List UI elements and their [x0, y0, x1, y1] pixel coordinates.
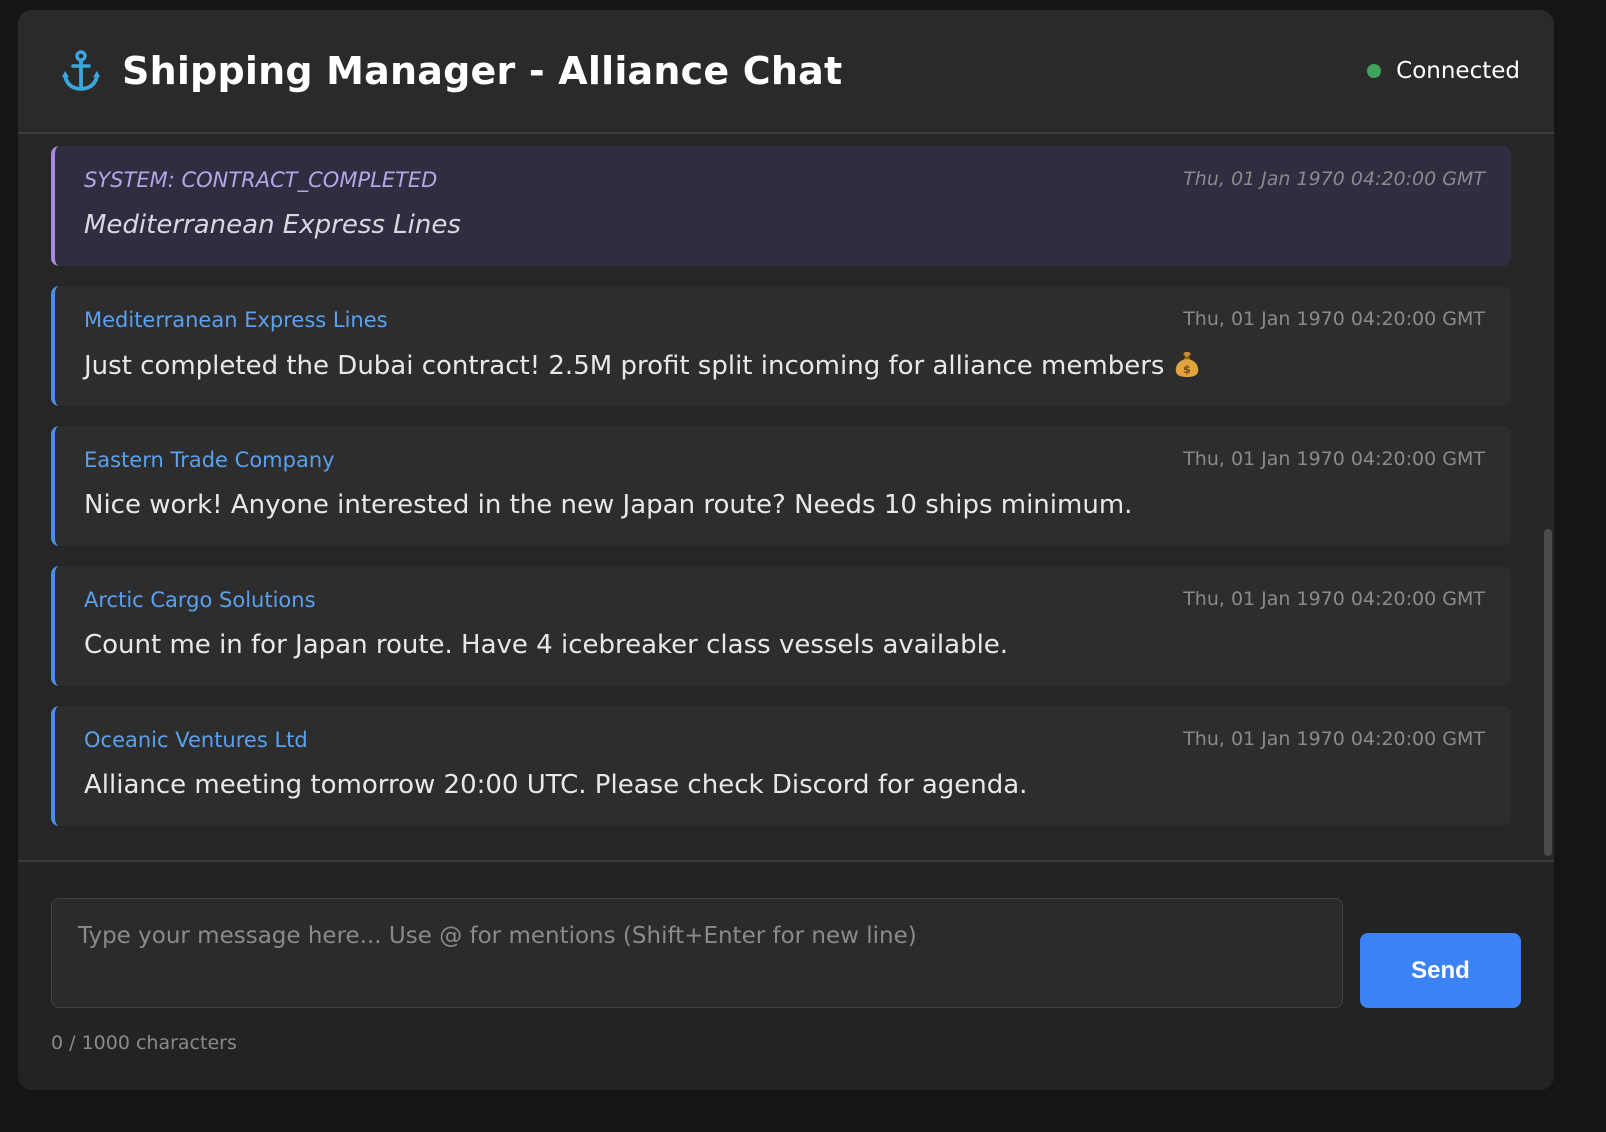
chat-message: Eastern Trade Company Thu, 01 Jan 1970 0…: [51, 426, 1511, 546]
send-button[interactable]: Send: [1360, 933, 1521, 1008]
message-timestamp: Thu, 01 Jan 1970 04:20:00 GMT: [1183, 448, 1485, 470]
system-message: SYSTEM: CONTRACT_COMPLETED Thu, 01 Jan 1…: [51, 146, 1511, 266]
message-input-placeholder: Type your message here... Use @ for ment…: [78, 923, 917, 949]
message-author[interactable]: Eastern Trade Company: [84, 448, 335, 472]
scrollbar-thumb[interactable]: [1544, 529, 1552, 856]
message-author[interactable]: Arctic Cargo Solutions: [84, 588, 316, 612]
chat-message: Arctic Cargo Solutions Thu, 01 Jan 1970 …: [51, 566, 1511, 686]
anchor-icon: [58, 48, 104, 94]
chat-window: Shipping Manager - Alliance Chat Connect…: [18, 10, 1554, 1090]
page-title: Shipping Manager - Alliance Chat: [122, 49, 843, 93]
message-text: Mediterranean Express Lines: [84, 210, 461, 240]
message-text: Nice work! Anyone interested in the new …: [84, 490, 1133, 520]
status-label: Connected: [1396, 58, 1520, 84]
message-timestamp: Thu, 01 Jan 1970 04:20:00 GMT: [1183, 728, 1485, 750]
message-list[interactable]: SYSTEM: CONTRACT_COMPLETED Thu, 01 Jan 1…: [18, 136, 1554, 860]
message-author: SYSTEM: CONTRACT_COMPLETED: [84, 168, 438, 192]
status-dot-icon: [1367, 64, 1382, 78]
message-timestamp: Thu, 01 Jan 1970 04:20:00 GMT: [1183, 308, 1485, 330]
message-input[interactable]: Type your message here... Use @ for ment…: [51, 898, 1343, 1008]
chat-header: Shipping Manager - Alliance Chat Connect…: [18, 10, 1554, 134]
chat-message: Oceanic Ventures Ltd Thu, 01 Jan 1970 04…: [51, 706, 1511, 826]
chat-message: Mediterranean Express Lines Thu, 01 Jan …: [51, 286, 1511, 406]
message-text: Alliance meeting tomorrow 20:00 UTC. Ple…: [84, 770, 1028, 800]
character-counter: 0 / 1000 characters: [51, 1032, 237, 1054]
message-text: Just completed the Dubai contract! 2.5M …: [84, 351, 1165, 381]
message-text-line: Just completed the Dubai contract! 2.5M …: [84, 350, 1200, 385]
message-timestamp: Thu, 01 Jan 1970 04:20:00 GMT: [1183, 588, 1485, 610]
connection-status: Connected: [1367, 58, 1520, 84]
message-composer: Type your message here... Use @ for ment…: [18, 860, 1554, 1090]
message-text: Count me in for Japan route. Have 4 iceb…: [84, 630, 1009, 660]
money-bag-icon: $: [1174, 350, 1200, 385]
message-author[interactable]: Mediterranean Express Lines: [84, 308, 388, 332]
message-timestamp: Thu, 01 Jan 1970 04:20:00 GMT: [1183, 168, 1485, 190]
svg-text:$: $: [1184, 363, 1192, 376]
message-author[interactable]: Oceanic Ventures Ltd: [84, 728, 308, 752]
